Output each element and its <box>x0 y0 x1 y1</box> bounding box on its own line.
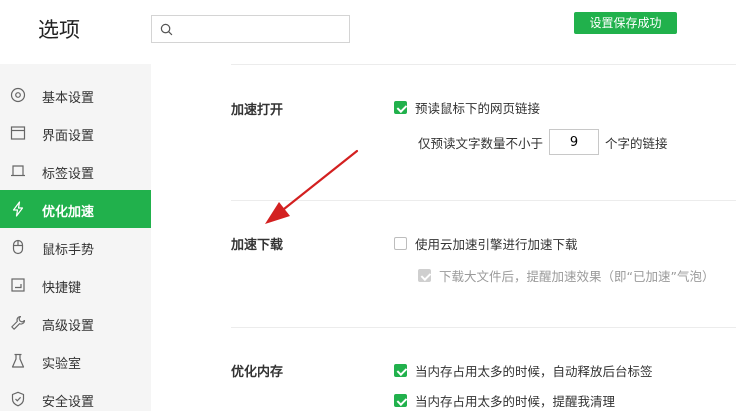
min-chars-prefix: 仅预读文字数量不小于 <box>418 135 544 151</box>
sidebar-item-security-settings[interactable]: 安全设置 <box>0 380 151 411</box>
header: 选项 设置保存成功 <box>0 0 736 64</box>
cloud-accelerate-checkbox[interactable]: 使用云加速引擎进行加速下载 <box>394 234 578 253</box>
sidebar-item-basic-settings[interactable]: 基本设置 <box>0 76 151 114</box>
flask-icon <box>11 353 25 368</box>
download-remind-checkbox: 下载大文件后，提醒加速效果（即“已加速”气泡） <box>418 266 714 285</box>
sidebar-item-label: 界面设置 <box>42 129 95 144</box>
divider <box>231 64 736 65</box>
sidebar-item-mouse-gestures[interactable]: 鼠标手势 <box>0 228 151 266</box>
tab-icon <box>11 165 25 177</box>
section-title-accelerate-download: 加速下载 <box>231 238 284 253</box>
min-chars-row: 仅预读文字数量不小于 个字的链接 <box>418 129 668 155</box>
prefetch-link-label: 预读鼠标下的网页链接 <box>415 101 541 116</box>
divider <box>231 327 736 328</box>
sidebar-item-ui-settings[interactable]: 界面设置 <box>0 114 151 152</box>
lightning-icon <box>12 201 24 217</box>
keyboard-icon <box>11 278 25 292</box>
mouse-icon <box>12 239 24 255</box>
divider <box>231 200 736 201</box>
save-status-badge: 设置保存成功 <box>574 12 677 34</box>
checkbox-disabled-checked-icon <box>418 269 431 282</box>
sidebar-item-label: 安全设置 <box>42 395 95 410</box>
window-icon <box>10 126 26 140</box>
min-chars-input[interactable] <box>549 129 600 155</box>
section-title-optimize-memory: 优化内存 <box>231 365 284 380</box>
sidebar-item-label: 高级设置 <box>42 319 95 334</box>
remind-clean-checkbox[interactable]: 当内存占用太多的时候，提醒我清理 <box>394 391 615 410</box>
remind-clean-label: 当内存占用太多的时候，提醒我清理 <box>415 394 616 409</box>
sidebar-item-label: 快捷键 <box>42 281 82 296</box>
search-box[interactable] <box>151 15 350 43</box>
sidebar-item-optimize-acceleration[interactable]: 优化加速 <box>0 190 151 228</box>
checkbox-checked-icon[interactable] <box>394 394 407 407</box>
shield-icon <box>11 391 25 407</box>
sidebar-item-label: 基本设置 <box>42 91 95 106</box>
sidebar: 基本设置 界面设置 标签设置 优化加速 鼠标手势 快捷键 高级设置 实验室 安全… <box>0 64 151 411</box>
sidebar-item-advanced-settings[interactable]: 高级设置 <box>0 304 151 342</box>
sidebar-item-label: 鼠标手势 <box>42 243 95 258</box>
page-title: 选项 <box>38 18 80 42</box>
cloud-accelerate-label: 使用云加速引擎进行加速下载 <box>415 237 578 252</box>
sidebar-item-shortcuts[interactable]: 快捷键 <box>0 266 151 304</box>
search-input[interactable] <box>180 19 344 39</box>
checkbox-checked-icon[interactable] <box>394 364 407 377</box>
sidebar-item-label: 实验室 <box>42 357 82 372</box>
wrench-icon <box>11 315 26 330</box>
sidebar-item-lab[interactable]: 实验室 <box>0 342 151 380</box>
search-icon <box>160 23 173 36</box>
checkbox-checked-icon[interactable] <box>394 101 407 114</box>
sidebar-item-label: 优化加速 <box>42 205 95 220</box>
min-chars-suffix: 个字的链接 <box>605 135 668 151</box>
auto-release-tabs-checkbox[interactable]: 当内存占用太多的时候，自动释放后台标签 <box>394 361 653 380</box>
checkbox-unchecked-icon[interactable] <box>394 237 407 250</box>
settings-content: 加速打开 预读鼠标下的网页链接 仅预读文字数量不小于 个字的链接 加速下载 使用… <box>151 64 736 411</box>
auto-release-tabs-label: 当内存占用太多的时候，自动释放后台标签 <box>415 364 653 379</box>
section-title-accelerate-open: 加速打开 <box>231 103 284 118</box>
sidebar-item-tab-settings[interactable]: 标签设置 <box>0 152 151 190</box>
download-remind-label: 下载大文件后，提醒加速效果（即“已加速”气泡） <box>439 269 715 284</box>
prefetch-link-checkbox[interactable]: 预读鼠标下的网页链接 <box>394 98 540 117</box>
sidebar-item-label: 标签设置 <box>42 167 95 182</box>
gear-icon <box>10 87 26 103</box>
